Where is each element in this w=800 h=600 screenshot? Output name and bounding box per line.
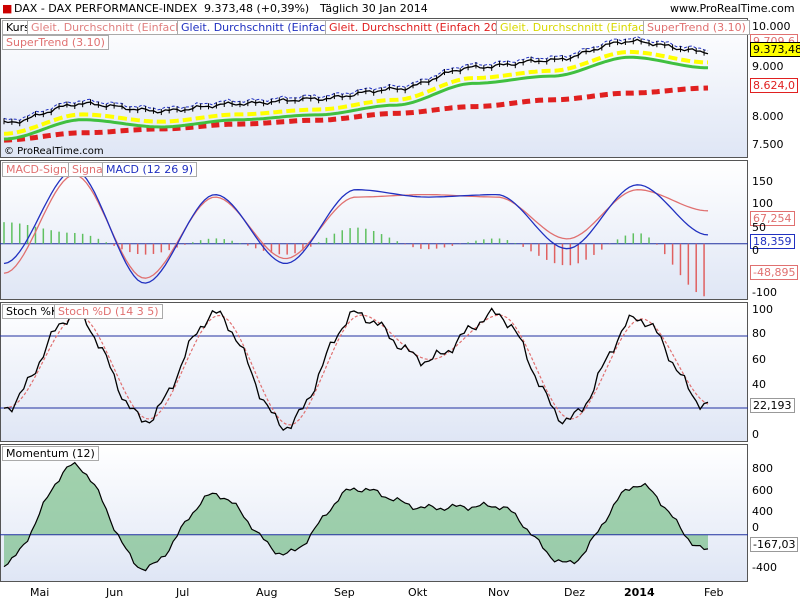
x-label-mai: Mai (30, 586, 50, 599)
x-label-okt: Okt (408, 586, 428, 599)
x-label-2014: 2014 (624, 586, 655, 599)
momentum-value: -167,03 (750, 537, 799, 552)
legend-supertrend-1[interactable]: SuperTrend (3.10) (643, 20, 750, 35)
legend-sma200[interactable]: Gleit. Durchschnitt (Einfach 200) (325, 20, 514, 35)
legend-momentum[interactable]: Momentum (12) (2, 446, 99, 461)
current-price-value: 9.373,48 (750, 42, 800, 57)
price-tick-8000: 8.000 (752, 110, 784, 123)
x-label-jul: Jul (176, 586, 190, 599)
mom-tick-600: 600 (752, 484, 773, 497)
macd-tick-50: 50 (752, 221, 766, 234)
x-label-sep: Sep (334, 586, 355, 599)
macd-tick-0: 0 (752, 244, 759, 257)
stoch-tick-0: 0 (752, 428, 759, 441)
stoch-tick-60: 60 (752, 353, 766, 366)
legend-supertrend-2[interactable]: SuperTrend (3.10) (2, 35, 109, 50)
x-label-feb: Feb (704, 586, 724, 599)
watermark: © ProRealTime.com (4, 146, 104, 157)
price-tick-10000: 10.000 (752, 20, 791, 33)
x-label-nov: Nov (488, 586, 510, 599)
mom-tick-800: 800 (752, 462, 773, 475)
stoch-k-line (3, 307, 709, 431)
macd-tick-100: 100 (752, 197, 773, 210)
macd-line (3, 169, 709, 284)
x-label-aug: Aug (256, 586, 278, 599)
x-label-jun: Jun (106, 586, 124, 599)
mom-tick-0: 0 (752, 521, 759, 534)
macd-tick-150: 150 (752, 175, 773, 188)
legend-macd[interactable]: MACD (12 26 9) (102, 162, 198, 177)
stoch-tick-40: 40 (752, 378, 766, 391)
mom-tick-minus400: -400 (752, 561, 777, 574)
x-label-dez: Dez (564, 586, 586, 599)
stoch-tick-80: 80 (752, 327, 766, 340)
price-tick-9000: 9.000 (752, 60, 784, 73)
price-tick-7500: 7.500 (752, 138, 784, 151)
supertrend-line (3, 55, 709, 141)
macd-hist-value: -48,895 (750, 265, 799, 280)
legend-stoch-d[interactable]: Stoch %D (14 3 5) (54, 304, 163, 319)
stoch-value: 22,193 (750, 398, 795, 413)
chart-canvas (0, 35, 748, 572)
legend-sma4[interactable]: Gleit. Durchschnitt (Einfach 4) (27, 20, 202, 35)
macd-tick-minus100: -100 (752, 286, 777, 299)
mom-tick-400: 400 (752, 505, 773, 518)
sma200-line (3, 85, 709, 143)
sma9-line (3, 35, 709, 121)
stoch-tick-100: 100 (752, 303, 773, 316)
sma200-value: 8.624,0 (750, 78, 798, 93)
